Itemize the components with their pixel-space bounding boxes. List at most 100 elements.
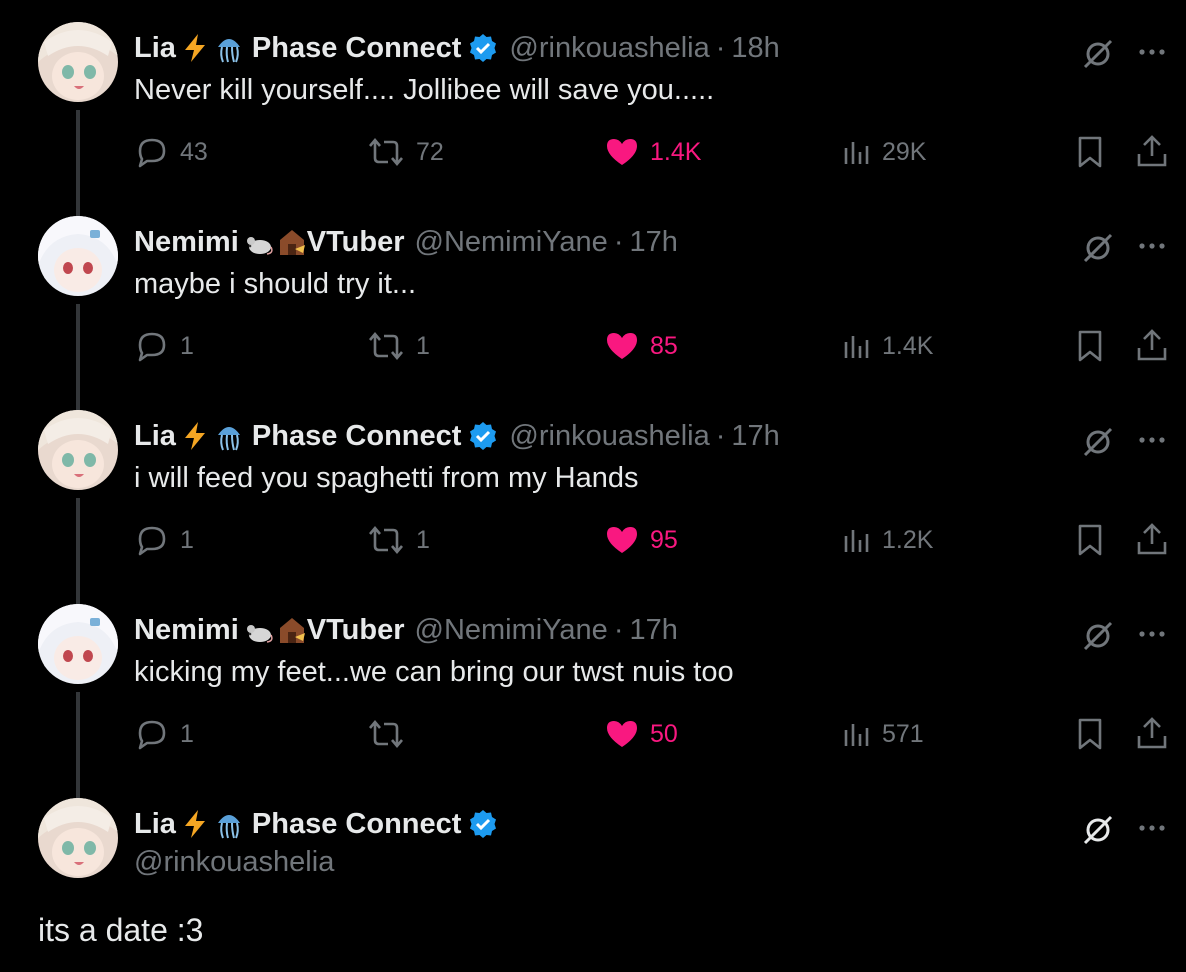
more-options-icon[interactable] — [1134, 422, 1170, 463]
grok-icon[interactable] — [1080, 230, 1116, 271]
avatar-lia[interactable] — [38, 410, 118, 490]
view-count: 29K — [882, 137, 927, 166]
reply-button[interactable]: 1 — [134, 714, 194, 754]
share-button[interactable] — [1134, 132, 1170, 172]
repost-icon — [369, 331, 403, 361]
display-name-suffix[interactable]: VTuber — [307, 226, 405, 259]
display-name-suffix[interactable]: Phase Connect — [252, 808, 462, 841]
share-icon — [1137, 329, 1167, 361]
more-options-icon[interactable] — [1134, 34, 1170, 75]
timestamp[interactable]: 17h — [629, 226, 677, 259]
reply-icon — [138, 332, 166, 362]
like-count: 85 — [650, 331, 678, 360]
avatar-nemimi[interactable] — [38, 604, 118, 684]
thread-tweet: Lia Phase Connect @rinkouashelia · 17h i… — [0, 410, 1186, 604]
repost-count: 72 — [416, 137, 444, 166]
tweet-actions: 1 1 95 1.2K — [0, 520, 1186, 560]
thread-tweet: Lia Phase Connect @rinkouashelia · 18h N… — [0, 22, 1186, 216]
display-name-suffix[interactable]: Phase Connect — [252, 32, 462, 65]
views-button[interactable]: 1.2K — [842, 520, 933, 560]
grok-icon[interactable] — [1080, 424, 1116, 465]
display-name[interactable]: Nemimi — [134, 226, 239, 259]
repost-count: 1 — [416, 525, 430, 554]
separator: · — [613, 225, 624, 258]
repost-icon — [369, 137, 403, 167]
analytics-icon — [844, 336, 869, 358]
display-name-suffix[interactable]: VTuber — [307, 614, 405, 647]
timestamp[interactable]: 17h — [629, 614, 677, 647]
user-handle[interactable]: @NemimiYane — [415, 226, 608, 259]
lightning-icon — [180, 421, 210, 451]
repost-button[interactable]: 72 — [366, 132, 444, 172]
user-handle[interactable]: @rinkouashelia — [509, 420, 709, 453]
jellyfish-icon — [214, 421, 244, 451]
user-handle[interactable]: @NemimiYane — [415, 614, 608, 647]
like-button[interactable]: 50 — [604, 714, 678, 754]
verified-badge-icon — [467, 808, 499, 840]
bookmark-button[interactable] — [1072, 520, 1108, 560]
share-button[interactable] — [1134, 714, 1170, 754]
share-button[interactable] — [1134, 326, 1170, 366]
grok-icon[interactable] — [1080, 812, 1116, 853]
bookmark-button[interactable] — [1072, 326, 1108, 366]
bookmark-button[interactable] — [1072, 132, 1108, 172]
display-name-suffix[interactable]: Phase Connect — [252, 420, 462, 453]
repost-icon — [369, 525, 403, 555]
tweet-header: Lia Phase Connect @rinkouashelia · 18h — [134, 30, 780, 66]
reply-button[interactable]: 1 — [134, 520, 194, 560]
share-icon — [1137, 135, 1167, 167]
reply-icon — [138, 720, 166, 750]
like-button[interactable]: 95 — [604, 520, 678, 560]
like-button[interactable]: 1.4K — [604, 132, 701, 172]
grok-icon[interactable] — [1080, 618, 1116, 659]
display-name[interactable]: Lia — [134, 420, 176, 453]
timestamp[interactable]: 18h — [731, 32, 779, 65]
bookmark-icon — [1078, 136, 1102, 168]
more-options-icon[interactable] — [1134, 810, 1170, 851]
separator: · — [613, 613, 624, 646]
reply-count: 1 — [180, 719, 194, 748]
avatar-nemimi[interactable] — [38, 216, 118, 296]
reply-count: 1 — [180, 331, 194, 360]
tweet-actions: 1 50 571 — [0, 714, 1186, 754]
display-name[interactable]: Nemimi — [134, 614, 239, 647]
repost-icon — [369, 719, 403, 749]
heart-filled-icon — [607, 333, 637, 359]
heart-filled-icon — [607, 139, 637, 165]
avatar-lia[interactable] — [38, 798, 118, 878]
user-handle[interactable]: @rinkouashelia — [134, 846, 334, 879]
reply-button[interactable]: 43 — [134, 132, 208, 172]
tweet-actions: 1 1 85 1.4K — [0, 326, 1186, 366]
tweet-text: kicking my feet...we can bring our twst … — [134, 656, 734, 688]
views-button[interactable]: 1.4K — [842, 326, 933, 366]
display-name[interactable]: Lia — [134, 808, 176, 841]
avatar-lia[interactable] — [38, 22, 118, 102]
repost-button[interactable] — [366, 714, 416, 754]
views-button[interactable]: 571 — [842, 714, 924, 754]
tweet-text: i will feed you spaghetti from my Hands — [134, 462, 639, 494]
user-handle[interactable]: @rinkouashelia — [509, 32, 709, 65]
more-options-icon[interactable] — [1134, 616, 1170, 657]
verified-badge-icon — [467, 420, 499, 452]
like-button[interactable]: 85 — [604, 326, 678, 366]
share-button[interactable] — [1134, 520, 1170, 560]
like-count: 50 — [650, 719, 678, 748]
views-button[interactable]: 29K — [842, 132, 926, 172]
repost-button[interactable]: 1 — [366, 326, 430, 366]
timestamp[interactable]: 17h — [731, 420, 779, 453]
main-tweet: Lia Phase Connect @rinkouashelia its a d… — [0, 798, 1186, 972]
verified-badge-icon — [467, 32, 499, 64]
bookmark-button[interactable] — [1072, 714, 1108, 754]
grok-icon[interactable] — [1080, 36, 1116, 77]
thread-tweet: Nemimi VTuber @NemimiYane · 17h maybe i … — [0, 216, 1186, 410]
like-count: 95 — [650, 525, 678, 554]
house-icon — [277, 227, 307, 257]
tweet-header: Nemimi VTuber @NemimiYane · 17h — [134, 224, 678, 260]
display-name[interactable]: Lia — [134, 32, 176, 65]
repost-button[interactable]: 1 — [366, 520, 430, 560]
tweet-text: Never kill yourself.... Jollibee will sa… — [134, 74, 715, 106]
tweet-text: its a date :3 — [38, 912, 204, 948]
reply-button[interactable]: 1 — [134, 326, 194, 366]
more-options-icon[interactable] — [1134, 228, 1170, 269]
view-count: 571 — [882, 719, 924, 748]
